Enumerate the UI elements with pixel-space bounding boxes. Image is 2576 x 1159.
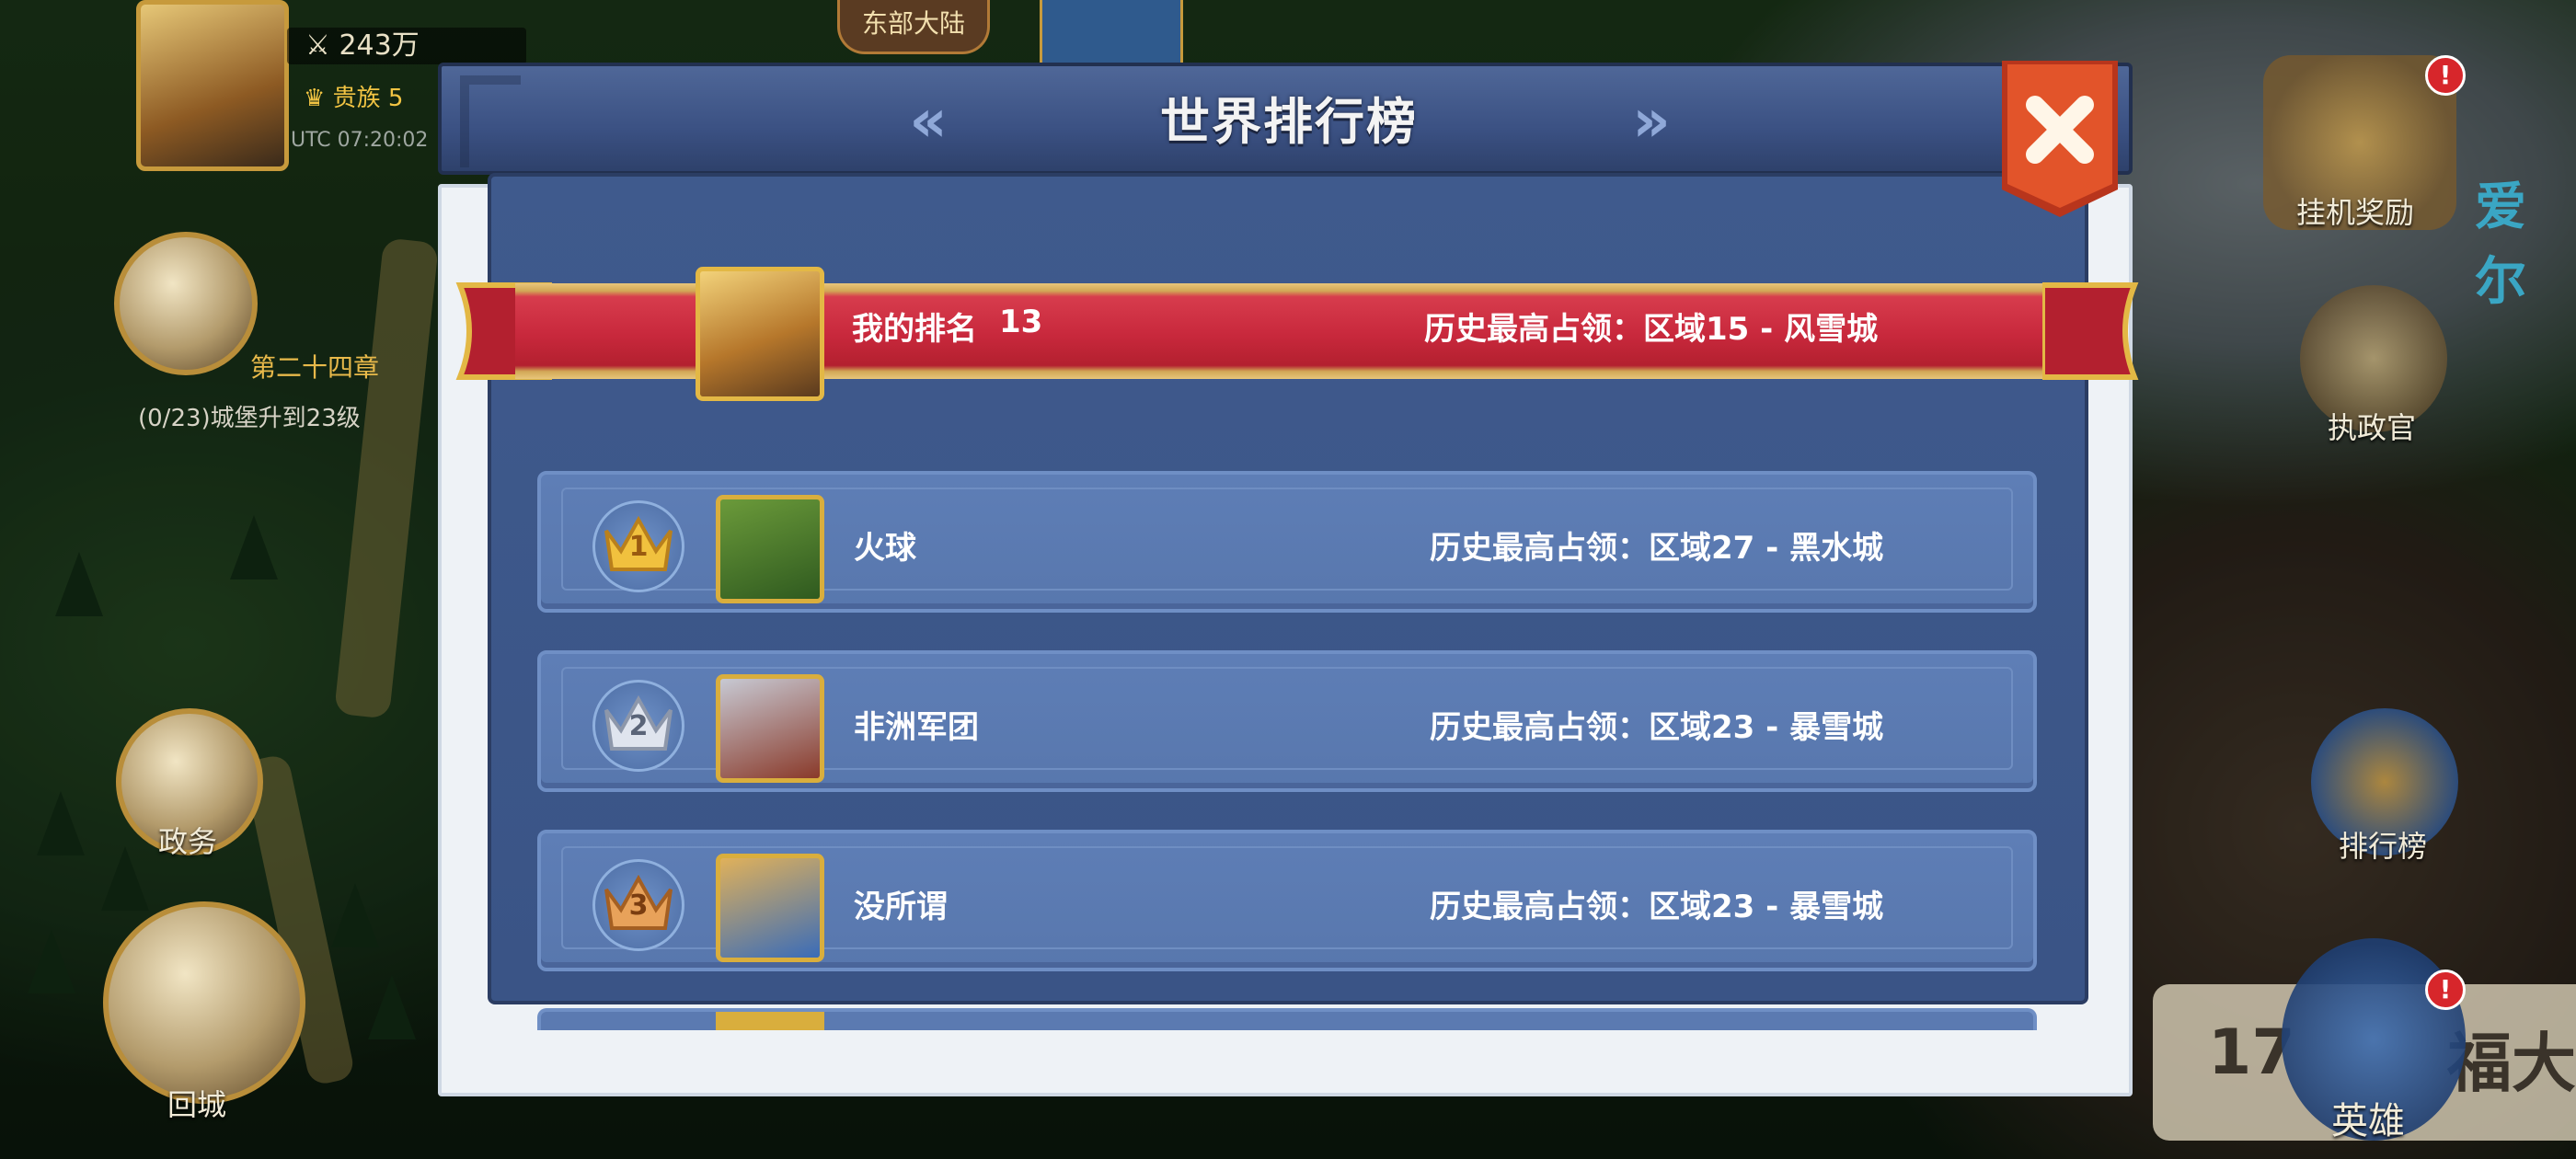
power-value: 243万	[339, 29, 420, 62]
welfare-text: 福大	[2447, 1026, 2576, 1101]
region-tab[interactable]: 东部大陆	[837, 0, 990, 54]
notification-badge: !	[2425, 55, 2466, 96]
my-avatar[interactable]	[696, 267, 824, 401]
player-avatar[interactable]	[716, 854, 824, 962]
hero-label: 英雄	[2331, 1100, 2405, 1142]
sword-icon: ⚔	[305, 29, 339, 62]
my-rank-value: 13	[999, 304, 1043, 340]
player-name: 没所谓	[854, 889, 948, 925]
power-display: ⚔ 243万	[287, 28, 526, 64]
player-avatar	[716, 1012, 824, 1030]
affairs-label: 政务	[158, 824, 218, 859]
partial-banner-text: 爱尔	[2475, 178, 2526, 312]
player-avatar[interactable]	[716, 495, 824, 603]
next-page-button[interactable]: »	[1619, 92, 1684, 151]
close-button[interactable]	[1998, 61, 2122, 219]
player-territory: 历史最高占领：区域27 - 黑水城	[1430, 530, 1884, 567]
quest-title: 第二十四章	[250, 352, 380, 383]
server-time: UTC 07:20:02	[291, 129, 429, 152]
player-avatar[interactable]	[716, 674, 824, 783]
noble-rank[interactable]: ♛ 贵族 5	[304, 79, 403, 113]
quest-scroll-button[interactable]	[114, 232, 258, 375]
player-territory: 历史最高占领：区域23 - 暴雪城	[1430, 709, 1884, 746]
dialog-title: 世界排行榜	[1160, 93, 1418, 151]
return-city-label: 回城	[167, 1087, 227, 1122]
gold-crown-icon: 1	[592, 500, 684, 592]
notification-badge: !	[2425, 970, 2466, 1010]
player-avatar[interactable]	[136, 0, 289, 171]
my-territory: 历史最高占领：区域15 - 风雪城	[1424, 311, 1879, 348]
rank-number: 3	[628, 889, 649, 922]
consul-label: 执政官	[2328, 410, 2417, 445]
rank-row[interactable]: 1 火球 历史最高占领：区域27 - 黑水城	[537, 471, 2037, 613]
crown-icon: ♛	[304, 85, 333, 112]
castle-flag-tab[interactable]	[1040, 0, 1183, 67]
dialog-header: 世界排行榜 « »	[438, 63, 2133, 175]
rank-row-partial[interactable]	[537, 1008, 2037, 1030]
rank-row[interactable]: 2 非洲军团 历史最高占领：区域23 - 暴雪城	[537, 650, 2037, 792]
prev-page-button[interactable]: «	[896, 92, 960, 151]
double-chevron-left-icon: «	[909, 87, 948, 155]
leaderboard-label: 排行榜	[2339, 829, 2428, 864]
player-territory: 历史最高占领：区域23 - 暴雪城	[1430, 889, 1884, 925]
ribbon-end-right	[2042, 282, 2139, 380]
player-name: 火球	[854, 530, 916, 567]
player-name: 非洲军团	[854, 709, 979, 746]
return-city-button[interactable]	[103, 901, 305, 1104]
rank-row[interactable]: 3 没所谓 历史最高占领：区域23 - 暴雪城	[537, 830, 2037, 971]
quest-description[interactable]: (0/23)城堡升到23级	[138, 399, 361, 433]
bronze-crown-icon: 3	[592, 859, 684, 951]
close-x-icon	[2002, 61, 2118, 217]
rank-number: 2	[628, 710, 649, 742]
silver-crown-icon: 2	[592, 680, 684, 772]
my-rank-banner: 我的排名 13 历史最高占领：区域15 - 风雪城	[451, 267, 2144, 405]
double-chevron-right-icon: »	[1632, 87, 1671, 155]
my-rank-label: 我的排名	[852, 311, 977, 348]
idle-reward-label: 挂机奖励	[2296, 195, 2415, 230]
rank-number: 1	[628, 531, 649, 563]
